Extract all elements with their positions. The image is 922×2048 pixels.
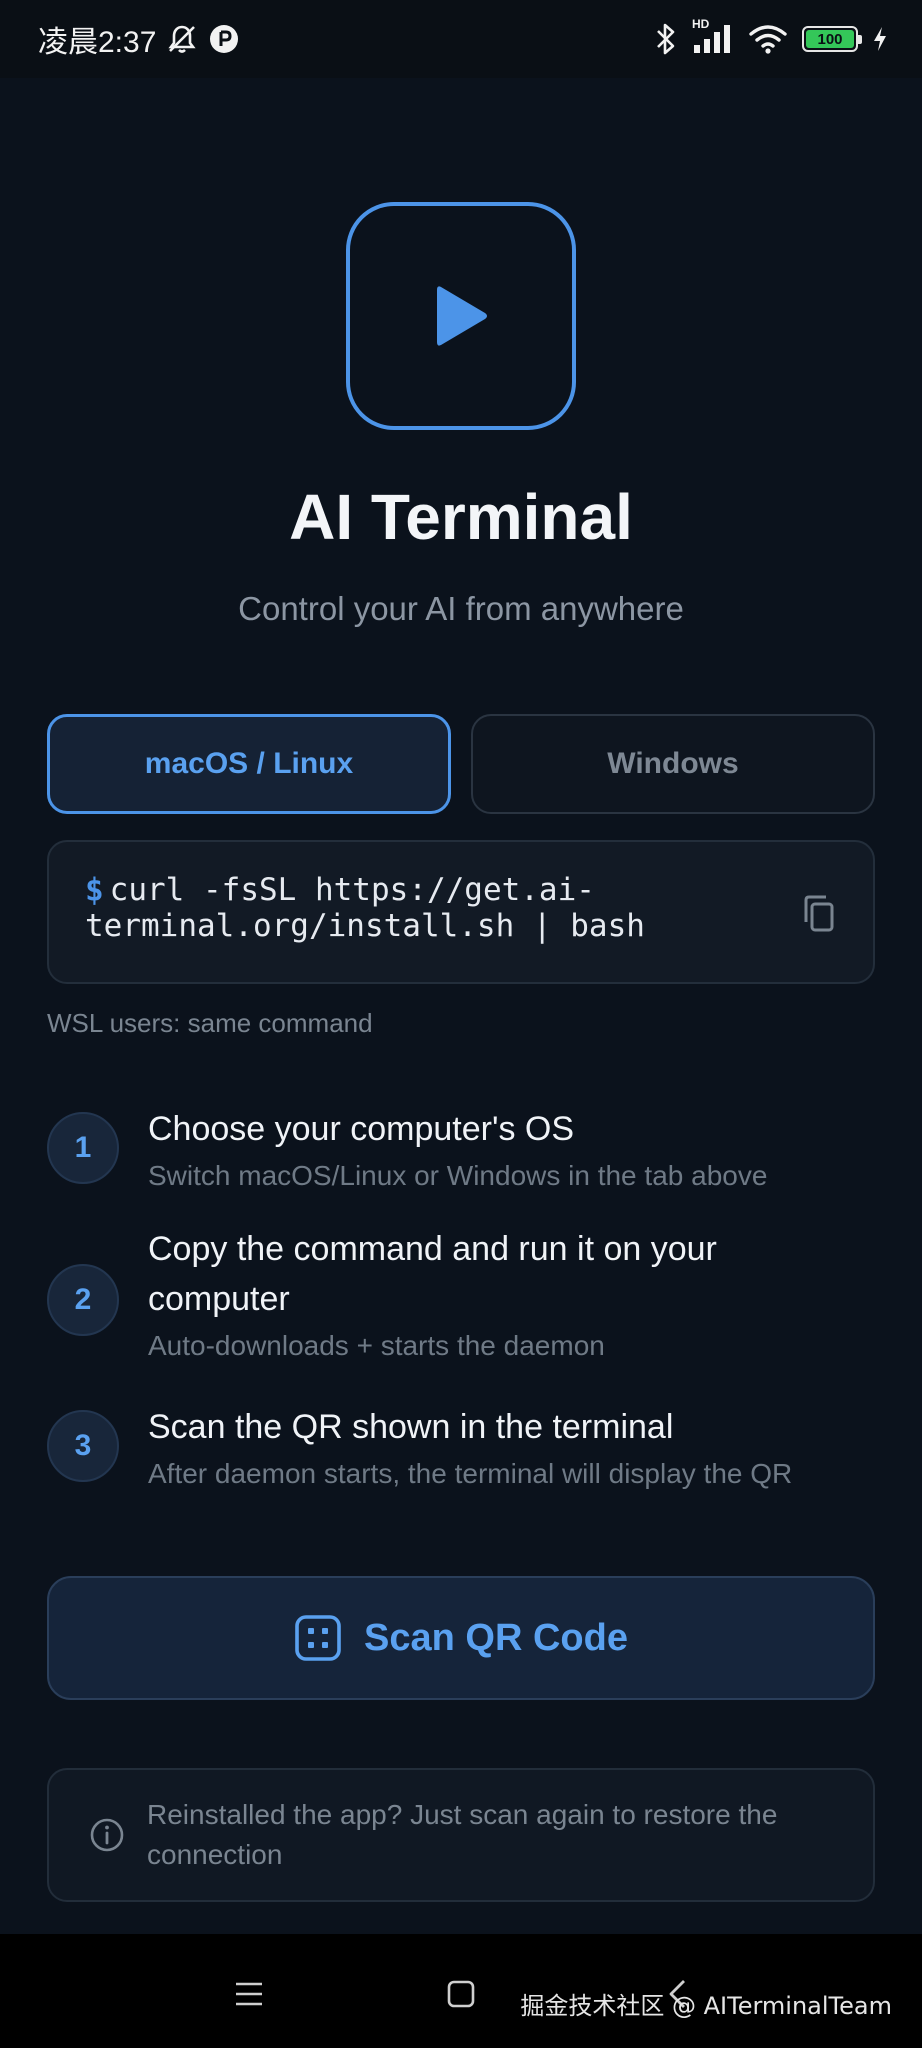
app-notification-icon — [208, 23, 240, 55]
step-item: 2 Copy the command and run it on your co… — [47, 1228, 887, 1378]
qr-scan-icon — [295, 1615, 341, 1661]
scan-qr-button[interactable]: Scan QR Code — [47, 1576, 875, 1700]
bell-muted-icon — [166, 23, 198, 55]
reinstall-info-text: Reinstalled the app? Just scan again to … — [147, 1799, 778, 1870]
signal-icon: HD — [692, 17, 734, 55]
network-badge: HD — [692, 17, 710, 31]
bluetooth-icon — [654, 22, 678, 56]
page-subtitle: Control your AI from anywhere — [238, 590, 684, 627]
step-number: 3 — [47, 1410, 119, 1482]
info-icon — [90, 1818, 124, 1852]
watermark: 掘金技术社区 @ AITerminalTeam — [520, 1992, 892, 2020]
tab-macos-linux[interactable]: macOS / Linux — [47, 714, 451, 814]
tab-windows[interactable]: Windows — [471, 714, 875, 814]
page-title: AI Terminal — [289, 481, 633, 553]
wsl-note: WSL users: same command — [47, 1008, 373, 1038]
step-title: Copy the command and run it on your comp… — [148, 1230, 717, 1318]
step-title: Scan the QR shown in the terminal — [148, 1408, 674, 1446]
menu-button[interactable] — [219, 1964, 279, 2024]
step-title: Choose your computer's OS — [148, 1110, 575, 1148]
step-description: After daemon starts, the terminal will d… — [148, 1458, 793, 1489]
app-logo — [346, 202, 576, 430]
step-item: 3 Scan the QR shown in the terminal Afte… — [47, 1406, 887, 1506]
scan-qr-label: Scan QR Code — [364, 1616, 628, 1659]
step-description: Switch macOS/Linux or Windows in the tab… — [148, 1160, 768, 1191]
status-bar: 凌晨2:37 HD 100 — [0, 0, 922, 78]
step-number: 1 — [47, 1112, 119, 1184]
step-description: Auto-downloads + starts the daemon — [148, 1330, 605, 1361]
app-screen: 凌晨2:37 HD 100 AI Terminal Control your A… — [0, 0, 922, 2048]
step-item: 1 Choose your computer's OS Switch macOS… — [47, 1108, 887, 1208]
charging-icon — [872, 25, 888, 53]
command-prompt: $ — [85, 872, 104, 908]
battery-level: 100 — [806, 30, 854, 48]
home-button[interactable] — [431, 1964, 491, 2024]
wifi-icon — [748, 23, 788, 55]
status-bar-right: HD 100 — [654, 17, 888, 56]
play-icon — [437, 286, 487, 346]
battery-icon: 100 — [802, 26, 862, 52]
home-icon — [447, 1980, 475, 2008]
copy-command-button[interactable] — [799, 892, 839, 936]
reinstall-info-box: Reinstalled the app? Just scan again to … — [47, 1768, 875, 1902]
install-command-text: curl -fsSL https://get.ai-terminal.org/i… — [85, 872, 645, 944]
copy-icon — [804, 895, 834, 932]
status-bar-left: 凌晨2:37 — [38, 17, 240, 61]
step-number: 2 — [47, 1264, 119, 1336]
install-command-box[interactable]: $ curl -fsSL https://get.ai-terminal.org/… — [47, 840, 875, 984]
status-time: 凌晨2:37 — [38, 26, 157, 59]
menu-icon — [236, 1982, 262, 2006]
